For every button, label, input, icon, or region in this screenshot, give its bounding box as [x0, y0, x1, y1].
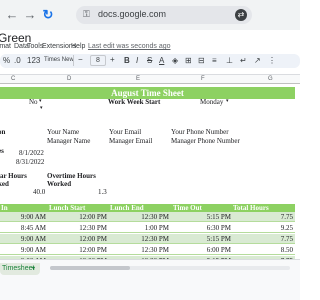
borders-icon[interactable]: ⊞	[185, 56, 192, 65]
cell-total-hours[interactable]: 7.75	[281, 235, 293, 243]
sheet-tabs-bar: Timesheet ▾	[0, 259, 300, 300]
valign-icon[interactable]: ⊥	[226, 56, 233, 65]
cell-total-hours[interactable]: 7.75	[281, 213, 293, 221]
reload-icon[interactable]: ↻	[40, 7, 56, 23]
font-size-increase-button[interactable]: +	[110, 55, 115, 64]
last-edit-link[interactable]: Last edit was seconds ago	[88, 43, 171, 50]
manager-email-cell[interactable]: Manager Email	[109, 137, 152, 145]
browser-toolbar: ← → ↻ ⚿ docs.google.com ⇄	[0, 0, 300, 30]
header-lunch-end[interactable]: Lunch End	[110, 204, 144, 212]
column-headers: C D E F G	[0, 75, 300, 84]
formula-bar[interactable]	[0, 68, 300, 75]
overtime-hours-label-2[interactable]: Worked	[47, 180, 71, 188]
table-row: 9:00 AM 12:00 PM 12:30 PM 5:15 PM 7.75	[0, 234, 295, 244]
cell-lunch-end[interactable]: 1:00 PM	[145, 224, 169, 232]
regular-hours-label[interactable]: lar Hours	[0, 172, 27, 180]
cell-lunch-start[interactable]: 12:30 PM	[79, 224, 107, 232]
back-arrow-icon[interactable]: ←	[4, 7, 20, 23]
cell-time-out[interactable]: 5:15 PM	[207, 213, 231, 221]
cell-time-in[interactable]: 9:00 AM	[21, 246, 46, 254]
cell-lunch-start[interactable]: 12:00 PM	[79, 235, 107, 243]
column-header-g[interactable]: G	[268, 76, 273, 82]
menu-format[interactable]: rmat	[0, 43, 11, 50]
table-row: 9:00 AM 12:00 PM 12:30 PM 5:15 PM 7.75	[0, 212, 295, 222]
overtime-hours-value[interactable]: 1.3	[98, 188, 107, 196]
rotate-icon[interactable]: ↗	[254, 56, 261, 65]
date-start-cell[interactable]: 8/1/2022	[19, 149, 44, 157]
cell-total-hours[interactable]: 8.50	[281, 246, 293, 254]
font-family-select[interactable]: Times New...	[42, 55, 74, 66]
cell-time-in[interactable]: 9:00 AM	[21, 235, 46, 243]
strikethrough-icon[interactable]: S	[147, 56, 152, 65]
column-header-f[interactable]: F	[201, 76, 205, 82]
address-bar[interactable]: ⚿ docs.google.com ⇄	[76, 6, 252, 24]
font-size-input[interactable]: 8	[90, 55, 106, 66]
menu-tools[interactable]: Tools	[27, 43, 43, 50]
your-name-cell[interactable]: Your Name	[47, 128, 79, 136]
formatting-toolbar: % .0 123 Times New... − 8 + B I S A ◈ ⊞ …	[0, 54, 300, 68]
manager-phone-cell[interactable]: Manager Phone Number	[171, 137, 240, 145]
work-week-start-value[interactable]: Monday	[200, 98, 223, 106]
url-text: docs.google.com	[98, 9, 167, 19]
header-time-out[interactable]: Time Out	[173, 204, 202, 212]
work-week-start-label[interactable]: Work Week Start	[108, 98, 160, 106]
no-cell[interactable]: No	[29, 98, 38, 106]
text-color-icon[interactable]: A	[159, 56, 164, 65]
header-total-hours[interactable]: Total Hours	[233, 204, 269, 212]
row-label-es[interactable]: es	[0, 147, 4, 155]
cell-lunch-end[interactable]: 12:30 PM	[141, 246, 169, 254]
regular-hours-value[interactable]: 40.0	[33, 188, 45, 196]
overtime-hours-label[interactable]: Overtime Hours	[47, 172, 96, 180]
wrap-icon[interactable]: ↵	[240, 56, 247, 65]
column-header-d[interactable]: D	[67, 76, 71, 82]
header-lunch-start[interactable]: Lunch Start	[49, 204, 85, 212]
column-header-e[interactable]: E	[136, 76, 140, 82]
cell-time-in[interactable]: 9:00 AM	[21, 213, 46, 221]
horizontal-scrollbar[interactable]	[50, 266, 290, 270]
cell-lunch-end[interactable]: 12:30 PM	[141, 213, 169, 221]
number-format-icon[interactable]: 123	[27, 56, 40, 65]
cell-time-out[interactable]: 5:15 PM	[207, 235, 231, 243]
your-phone-cell[interactable]: Your Phone Number	[171, 128, 229, 136]
cell-time-out[interactable]: 6:00 PM	[207, 246, 231, 254]
cell-lunch-start[interactable]: 12:00 PM	[79, 246, 107, 254]
row-label-on[interactable]: on	[0, 128, 5, 136]
more-icon[interactable]: ⋮	[268, 56, 276, 65]
cell-total-hours[interactable]: 9.25	[281, 224, 293, 232]
scrollbar-thumb[interactable]	[50, 266, 130, 270]
chevron-down-icon[interactable]: ▾	[226, 98, 229, 104]
forward-arrow-icon[interactable]: →	[22, 7, 38, 23]
date-end-cell[interactable]: 8/31/2022	[16, 158, 44, 166]
chevron-down-icon[interactable]: ▾	[40, 105, 43, 111]
table-row: 9:00 AM 12:00 PM 12:30 PM 6:00 PM 8.50	[0, 245, 295, 255]
align-icon[interactable]: ≡	[212, 56, 217, 65]
header-time-in[interactable]: In	[1, 204, 8, 212]
chevron-down-icon[interactable]: ▾	[32, 265, 35, 272]
menu-help[interactable]: Help	[71, 43, 85, 50]
spreadsheet-grid[interactable]: August Time Sheet No ▾ ▾ Work Week Start…	[0, 84, 300, 277]
tab-switch-icon[interactable]: ⇄	[235, 9, 247, 21]
fill-color-icon[interactable]: ◈	[172, 56, 178, 65]
lock-icon: ⚿	[83, 9, 90, 19]
italic-icon[interactable]: I	[136, 56, 138, 65]
bold-icon[interactable]: B	[124, 56, 130, 65]
cell-time-in[interactable]: 8:45 AM	[21, 224, 46, 232]
merge-cells-icon[interactable]: ⊟	[198, 56, 205, 65]
cell-time-out[interactable]: 6:30 PM	[207, 224, 231, 232]
column-header-c[interactable]: C	[11, 76, 15, 82]
cell-lunch-start[interactable]: 12:00 PM	[79, 213, 107, 221]
font-size-decrease-button[interactable]: −	[78, 55, 83, 64]
manager-name-cell[interactable]: Manager Name	[47, 137, 90, 145]
regular-hours-label-2[interactable]: ked	[0, 180, 9, 188]
chevron-down-icon[interactable]: ▾	[39, 98, 42, 104]
your-email-cell[interactable]: Your Email	[109, 128, 141, 136]
percent-icon[interactable]: %	[3, 56, 10, 65]
timesheet-header-row: In Lunch Start Lunch End Time Out Total …	[0, 204, 295, 212]
table-row: 8:45 AM 12:30 PM 1:00 PM 6:30 PM 9.25	[0, 223, 295, 233]
decimal-icon[interactable]: .0	[14, 56, 21, 65]
cell-lunch-end[interactable]: 12:30 PM	[141, 235, 169, 243]
menu-bar: rmat Data Tools Extensions Help Last edi…	[0, 42, 300, 54]
